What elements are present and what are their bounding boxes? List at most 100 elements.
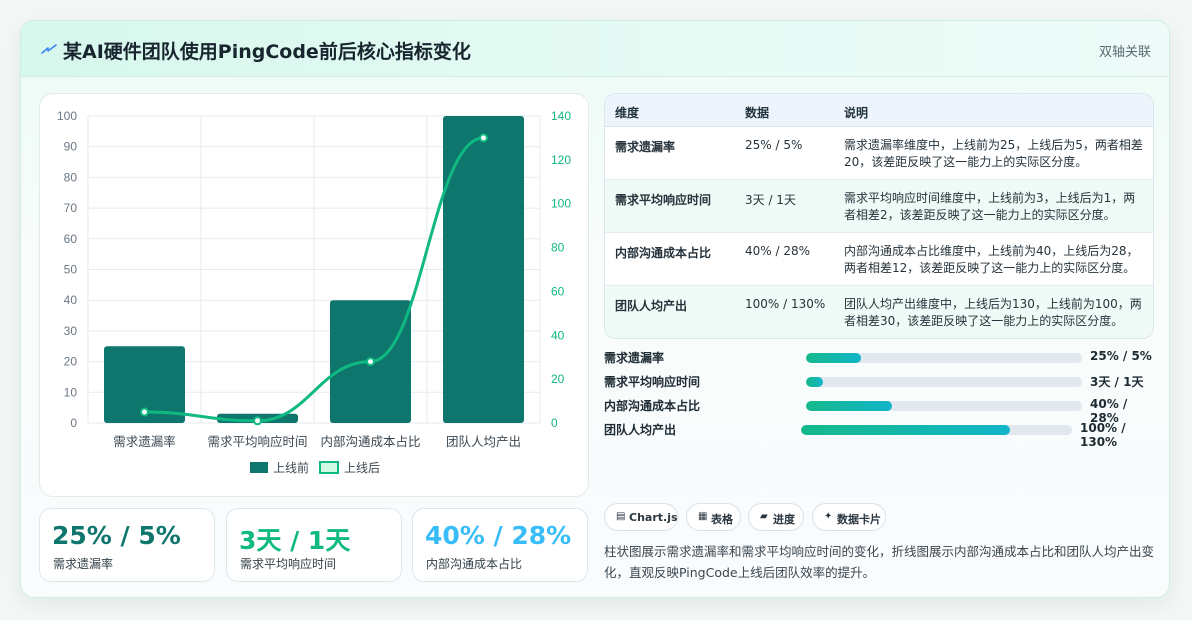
stat-card-response-time: 3天 / 1天 需求平均响应时间 (226, 508, 402, 582)
stat-label: 需求遗漏率 (53, 557, 114, 571)
progress-label: 需求平均响应时间 (604, 375, 701, 389)
y-right-tick-label: 120 (551, 153, 571, 167)
stat-card-communication-cost: 40% / 28% 内部沟通成本占比 (412, 508, 588, 582)
table-cell-data: 25% / 5% (745, 138, 803, 152)
y-left-tick-label: 20 (64, 355, 78, 369)
tag-label: 表格 (711, 513, 733, 526)
y-left-tick-label: 0 (70, 416, 77, 430)
progress-row: 需求遗漏率 25% / 5% (604, 347, 1154, 365)
dual-axis-label: 双轴关联 (1098, 45, 1151, 60)
y-right-tick-label: 0 (551, 416, 558, 430)
chart-panel: 0 10 20 30 40 50 60 70 80 90 100 0 20 40 60 80 100 120 140… (39, 93, 589, 497)
table-row: 内部沟通成本占比 40% / 28% 内部沟通成本占比维度中，上线前为40，上线… (605, 233, 1153, 286)
table-header-data: 数据 (745, 106, 770, 120)
table-cell-dimension: 团队人均产出 (615, 299, 688, 313)
progress-row: 内部沟通成本占比 40% / 28% (604, 395, 1154, 425)
card-header: 某AI硬件团队使用PingCode前后核心指标变化 双轴关联 (21, 21, 1169, 77)
y-left-tick-label: 50 (64, 263, 78, 277)
y-left-tick-label: 30 (64, 324, 78, 338)
stat-value: 25% / 5% (52, 521, 181, 550)
table-cell-description: 内部沟通成本占比维度中，上线前为40，上线后为28，两者相差12，该差距反映了这… (844, 244, 1139, 275)
table-cell-dimension: 需求平均响应时间 (615, 193, 712, 207)
line-point (253, 416, 262, 426)
progress-fill (801, 425, 1010, 435)
progress-fill (806, 401, 892, 411)
progress-label: 团队人均产出 (604, 423, 677, 437)
tag-data-card[interactable]: ✦ 数据卡片 (812, 503, 886, 531)
progress-row: 需求平均响应时间 3天 / 1天 (604, 371, 1154, 389)
dashboard-card: 某AI硬件团队使用PingCode前后核心指标变化 双轴关联 0 10 20 30 40… (20, 20, 1170, 598)
progress-list: 需求遗漏率 25% / 5% 需求平均响应时间 3天 / 1天 内部沟通成本占比… (604, 347, 1154, 449)
y-left-tick-label: 100 (57, 109, 77, 123)
y-left-tick-label: 80 (64, 170, 78, 184)
table-cell-dimension: 内部沟通成本占比 (615, 246, 712, 260)
table-icon: ▦ (698, 511, 708, 522)
progress-value: 3天 / 1天 (1090, 375, 1144, 389)
progress-icon: ▰ (760, 511, 768, 522)
stat-value: 40% / 28% (425, 521, 572, 550)
y-right-tick-label: 100 (551, 197, 571, 211)
chart-description: 柱状图展示需求遗漏率和需求平均响应时间的变化，折线图展示内部沟通成本占比和团队人… (604, 544, 1155, 580)
tag-chartjs[interactable]: ▤ Chart.js (604, 503, 678, 531)
tag-label: 数据卡片 (837, 513, 881, 526)
progress-row: 团队人均产出 100% / 130% (604, 419, 1154, 449)
x-tick-label: 团队人均产出 (446, 434, 521, 449)
tag-table[interactable]: ▦ 表格 (686, 503, 741, 531)
x-tick-label: 需求平均响应时间 (207, 434, 307, 449)
progress-label: 需求遗漏率 (604, 351, 665, 365)
progress-track (801, 425, 1072, 435)
table-header-dimension: 维度 (615, 106, 640, 120)
progress-value: 25% / 5% (1090, 349, 1152, 363)
progress-track (806, 353, 1082, 363)
dual-axis-chart: 0 10 20 30 40 50 60 70 80 90 100 0 20 40 60 80 100 120 140… (57, 109, 571, 475)
table-cell-data: 100% / 130% (745, 297, 826, 311)
table-header-description: 说明 (844, 106, 869, 120)
y-right-tick-label: 40 (551, 328, 565, 342)
y-right-tick-label: 140 (551, 109, 571, 123)
stat-label: 需求平均响应时间 (240, 557, 337, 571)
page-title: 某AI硬件团队使用PingCode前后核心指标变化 (63, 41, 471, 63)
progress-label: 内部沟通成本占比 (604, 399, 701, 413)
legend-label-before: 上线前 (273, 460, 309, 475)
progress-track (806, 377, 1082, 387)
progress-value: 100% / 130% (1080, 421, 1126, 449)
y-right-tick-label: 60 (551, 284, 565, 298)
data-table: 维度 数据 说明 需求遗漏率 25% / 5% 需求遗漏率维度中，上线前为25，… (604, 93, 1154, 339)
progress-track (806, 401, 1082, 411)
table-cell-dimension: 需求遗漏率 (615, 140, 676, 154)
legend-label-after: 上线后 (344, 461, 380, 475)
x-tick-label: 内部沟通成本占比 (320, 434, 420, 449)
table-cell-description: 需求遗漏率维度中，上线前为25，上线后为5，两者相差20，该差距反映了这一能力上… (844, 138, 1143, 169)
table-row: 需求平均响应时间 3天 / 1天 需求平均响应时间维度中，上线前为3，上线后为1… (605, 180, 1153, 233)
y-left-tick-label: 40 (64, 293, 78, 307)
lightning-icon (41, 44, 57, 54)
line-point (366, 357, 375, 367)
table-cell-description: 团队人均产出维度中，上线后为130，上线前为100，两者相差30，该差距反映了这… (844, 297, 1142, 328)
stat-value: 3天 / 1天 (239, 526, 351, 555)
tag-progress[interactable]: ▰ 进度 (748, 503, 804, 531)
line-point (479, 133, 488, 143)
y-left-tick-label: 70 (64, 201, 78, 215)
table-header: 维度 数据 说明 (605, 94, 1153, 127)
line-point (140, 407, 149, 417)
y-right-tick-label: 20 (551, 372, 565, 386)
stat-label: 内部沟通成本占比 (426, 557, 523, 571)
y-left-tick-label: 60 (64, 232, 78, 246)
tag-label: 进度 (773, 513, 795, 526)
y-left-tick-label: 90 (64, 140, 78, 154)
progress-fill (806, 353, 862, 363)
progress-fill (806, 377, 823, 387)
table-cell-description: 需求平均响应时间维度中，上线前为3，上线后为1，两者相差2，该差距反映了这一能力… (844, 191, 1136, 222)
y-right-tick-label: 80 (551, 241, 565, 255)
legend-swatch-before (250, 462, 268, 473)
table-cell-data: 40% / 28% (745, 244, 811, 258)
legend-swatch-after (319, 461, 339, 474)
tag-label: Chart.js (629, 511, 678, 524)
stat-card-requirement-miss: 25% / 5% 需求遗漏率 (39, 508, 215, 582)
x-tick-label: 需求遗漏率 (113, 434, 176, 449)
sparkle-icon: ✦ (824, 511, 833, 522)
chart-icon: ▤ (616, 511, 626, 522)
y-left-tick-label: 10 (64, 385, 78, 399)
table-row: 需求遗漏率 25% / 5% 需求遗漏率维度中，上线前为25，上线后为5，两者相… (605, 127, 1153, 180)
table-row: 团队人均产出 100% / 130% 团队人均产出维度中，上线后为130，上线前… (605, 286, 1153, 338)
